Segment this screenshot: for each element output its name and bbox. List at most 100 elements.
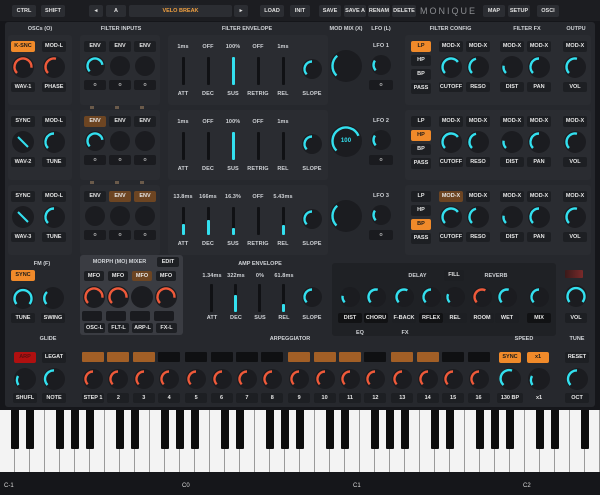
filter-2-reso-knob[interactable] xyxy=(467,131,489,153)
filter-1-env-att-slider[interactable] xyxy=(182,57,185,85)
filter-2-pan-knob[interactable] xyxy=(528,131,550,153)
filter-2-env-att-slider[interactable] xyxy=(182,132,185,160)
oct-knob[interactable] xyxy=(566,368,588,390)
osc-3-sync-button[interactable]: SYNC xyxy=(11,191,35,202)
save-button[interactable]: SAVE xyxy=(319,5,341,17)
filter-1-vol-mod-button[interactable]: MOD-X xyxy=(563,41,587,52)
filter-1-input-3-knob[interactable] xyxy=(135,56,155,76)
filter-1-pan-mod-button[interactable]: MOD-X xyxy=(527,41,551,52)
piano-black-key-2-1[interactable] xyxy=(236,410,244,449)
note-knob[interactable] xyxy=(43,368,65,390)
filter-1-pan-knob[interactable] xyxy=(528,56,550,78)
arp-step-8-toggle[interactable] xyxy=(261,352,284,362)
arp-step-1-knob[interactable] xyxy=(83,369,103,389)
morph-mfo-3-button[interactable]: MFO xyxy=(132,271,152,281)
amp-dec-slider[interactable] xyxy=(234,284,237,312)
amp-att-slider[interactable] xyxy=(210,284,213,312)
filter-3-dist-knob[interactable] xyxy=(501,206,523,228)
morph-1-knob[interactable] xyxy=(83,286,105,308)
filter-3-mode-hp-button[interactable]: HP xyxy=(411,205,431,216)
arp-step-14-knob[interactable] xyxy=(417,369,438,389)
filter-1-input-1-env-button[interactable]: ENV xyxy=(84,41,106,52)
speed-mult-button[interactable]: x1 xyxy=(527,352,549,363)
piano-black-key-0-3[interactable] xyxy=(56,410,64,449)
piano-black-key-4-4[interactable] xyxy=(491,410,499,449)
arp-step-14-toggle[interactable] xyxy=(416,352,439,362)
legato-button[interactable]: LEGAT xyxy=(42,352,66,363)
filter-1-reso-mod-button[interactable]: MOD-X xyxy=(466,41,490,52)
piano-black-key-3-5[interactable] xyxy=(401,410,409,449)
arp-step-3-knob[interactable] xyxy=(133,369,154,389)
filter-3-input-3-knob[interactable] xyxy=(135,206,155,226)
filter-3-reso-mod-button[interactable]: MOD-X xyxy=(466,191,490,202)
fill-button[interactable]: FILL xyxy=(444,270,464,281)
arp-step-3-toggle[interactable] xyxy=(132,352,155,362)
piano-black-key-1-3[interactable] xyxy=(161,410,169,449)
filter-3-mode-lp-button[interactable]: LP xyxy=(411,191,431,202)
fx-vol-knob[interactable] xyxy=(565,285,587,307)
filter-1-cutoff-mod-button[interactable]: MOD-X xyxy=(439,41,463,52)
mod-mix-3-knob[interactable] xyxy=(330,200,362,232)
filter-2-cutoff-knob[interactable] xyxy=(440,131,462,153)
filter-1-dist-knob[interactable] xyxy=(501,56,523,78)
morph-mfo-2-button[interactable]: MFO xyxy=(108,271,128,281)
piano-black-key-1-5[interactable] xyxy=(191,410,199,449)
filter-2-mode-hp-button[interactable]: HP xyxy=(411,130,431,141)
filter-1-mode-hp-button[interactable]: HP xyxy=(411,55,431,66)
piano-black-key-2-3[interactable] xyxy=(266,410,274,449)
filter-2-input-3-env-button[interactable]: ENV xyxy=(134,116,156,127)
filter-2-env-sus-slider[interactable] xyxy=(232,132,235,160)
bank-select[interactable]: A xyxy=(106,5,126,17)
arp-step-13-toggle[interactable] xyxy=(391,352,414,362)
amp-rel-slider[interactable] xyxy=(282,284,285,312)
filter-2-mode-lp-button[interactable]: LP xyxy=(411,116,431,127)
fx-rel-knob[interactable] xyxy=(445,287,465,307)
filter-2-input-1-env-button[interactable]: ENV xyxy=(84,116,106,127)
filter-1-input-2-knob[interactable] xyxy=(110,56,130,76)
map-button[interactable]: MAP xyxy=(483,5,505,17)
filter-2-vol-knob[interactable] xyxy=(564,131,586,153)
osci-button[interactable]: OSCI xyxy=(537,5,559,17)
piano-black-key-2-0[interactable] xyxy=(221,410,229,449)
arp-step-9-toggle[interactable] xyxy=(288,352,311,362)
init-button[interactable]: INIT xyxy=(290,5,310,17)
piano-black-key-3-3[interactable] xyxy=(371,410,379,449)
filter-2-env-retrig-slider[interactable] xyxy=(257,132,260,160)
filter-3-input-1-knob[interactable] xyxy=(85,206,105,226)
arp-step-12-knob[interactable] xyxy=(365,369,386,389)
mod-mix-1-knob[interactable] xyxy=(330,50,362,82)
rename-button[interactable]: RENAM xyxy=(368,5,390,17)
filter-2-input-3-knob[interactable] xyxy=(135,131,155,151)
filter-1-cutoff-knob[interactable] xyxy=(440,56,462,78)
filter-3-env-sus-slider[interactable] xyxy=(232,207,235,235)
osc-3-mod-l-button[interactable]: MOD-L xyxy=(42,191,66,202)
piano-black-key-0-5[interactable] xyxy=(86,410,94,449)
filter-3-mode-bp-button[interactable]: BP xyxy=(411,219,431,230)
filter-2-mode-pass-button[interactable]: PASS xyxy=(411,158,431,169)
filter-3-mode-pass-button[interactable]: PASS xyxy=(411,233,431,244)
preset-name[interactable]: VELO BREAK xyxy=(129,5,232,17)
setup-button[interactable]: SETUP xyxy=(508,5,530,17)
prev-preset-button[interactable]: ◂ xyxy=(89,5,103,17)
arp-step-11-knob[interactable] xyxy=(340,369,360,389)
next-preset-button[interactable]: ▸ xyxy=(234,5,248,17)
filter-1-vol-knob[interactable] xyxy=(564,56,586,78)
filter-2-slope-knob[interactable] xyxy=(302,134,322,154)
osc-1-mod-l-button[interactable]: MOD-L xyxy=(42,41,66,52)
fx-room-knob[interactable] xyxy=(472,287,492,307)
filter-3-slope-knob[interactable] xyxy=(302,209,322,229)
piano-black-key-4-3[interactable] xyxy=(476,410,484,449)
filter-3-pan-mod-button[interactable]: MOD-X xyxy=(527,191,551,202)
filter-3-vol-knob[interactable] xyxy=(564,206,586,228)
filter-1-env-rel-slider[interactable] xyxy=(282,57,285,85)
arp-step-15-knob[interactable] xyxy=(443,369,464,389)
osc-3-wave-knob[interactable] xyxy=(12,206,34,228)
arp-step-10-knob[interactable] xyxy=(314,369,335,389)
fx-dist-knob[interactable] xyxy=(340,287,360,307)
arp-step-6-knob[interactable] xyxy=(211,369,232,389)
arp-step-7-knob[interactable] xyxy=(236,369,257,389)
shuffle-knob[interactable] xyxy=(14,368,36,390)
delete-button[interactable]: DELETE xyxy=(392,5,416,17)
filter-3-cutoff-mod-button[interactable]: MOD-X xyxy=(439,191,463,202)
filter-3-input-3-env-button[interactable]: ENV xyxy=(134,191,156,202)
